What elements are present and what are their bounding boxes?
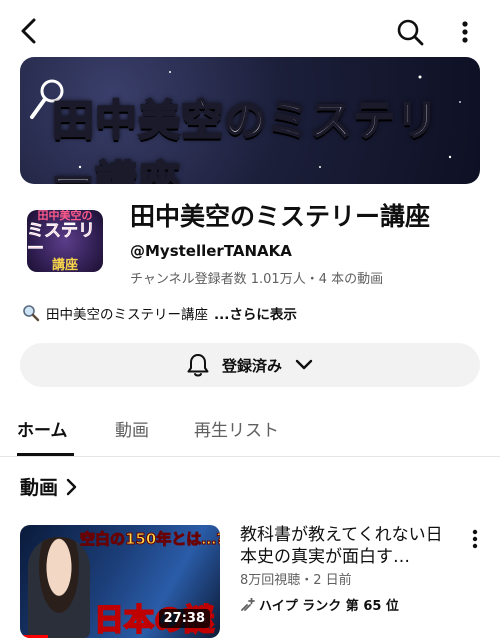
tab-playlists[interactable]: 再生リスト (194, 416, 279, 441)
channel-name: 田中美空のミステリー講座 (130, 202, 431, 231)
magnifier-emoji-icon (23, 305, 40, 322)
thumbnail-caption: 空白の150年とは…? (79, 530, 220, 549)
subscribed-button[interactable]: 登録済み (20, 343, 480, 387)
tab-home[interactable]: ホーム (17, 416, 68, 441)
chevron-down-icon (295, 359, 313, 370)
more-options-button[interactable] (454, 16, 476, 48)
avatar-text-line3: 講座 (51, 257, 78, 273)
hype-icon (241, 597, 255, 611)
bell-icon (187, 354, 209, 377)
back-button[interactable] (14, 16, 44, 46)
subscribed-label: 登録済み (221, 356, 282, 375)
section-title: 動画 (20, 477, 59, 499)
video-meta: 8万回視聴・2 日前 (240, 573, 352, 588)
video-more-button[interactable] (466, 526, 484, 552)
banner-title: 田中美空のミステリー講座 (51, 95, 440, 184)
description-text: 田中美空のミステリー講座 (46, 307, 208, 323)
more-vertical-icon (462, 21, 468, 43)
channel-tabs: ホーム 動画 再生リスト (0, 410, 500, 457)
channel-handle: @MystellerTANAKA (130, 242, 292, 260)
back-arrow-icon (21, 18, 36, 44)
channel-avatar[interactable]: 田中美空の ミステリー 講座 (27, 210, 103, 272)
active-tab-indicator (17, 453, 74, 456)
video-title[interactable]: 教科書が教えてくれない日本史の真実が面白す… (240, 524, 454, 568)
chevron-right-icon (66, 478, 77, 495)
videos-section-header[interactable]: 動画 (20, 473, 78, 500)
avatar-text-line1: 田中美空の (37, 210, 93, 222)
search-icon (397, 19, 424, 46)
channel-banner: 田中美空のミステリー講座 (20, 57, 480, 184)
video-duration: 27:38 (158, 609, 210, 628)
watch-progress-bar (20, 635, 48, 638)
video-thumbnail[interactable]: 空白の150年とは…? 日本の謎 27:38 (20, 525, 220, 638)
avatar-text-line2: ミステリー (27, 220, 95, 259)
more-vertical-icon (472, 529, 478, 549)
tab-videos[interactable]: 動画 (115, 416, 149, 441)
search-button[interactable] (394, 16, 426, 48)
hype-rank: ハイプ ランク 第 65 位 (240, 595, 399, 614)
hype-label: ハイプ ランク 第 65 位 (259, 599, 399, 614)
channel-description[interactable]: 田中美空のミステリー講座 ...さらに表示 (22, 303, 297, 323)
channel-stats: チャンネル登録者数 1.01万人・4 本の動画 (130, 272, 384, 287)
presenter-image (28, 537, 90, 638)
show-more-link[interactable]: ...さらに表示 (214, 303, 297, 323)
